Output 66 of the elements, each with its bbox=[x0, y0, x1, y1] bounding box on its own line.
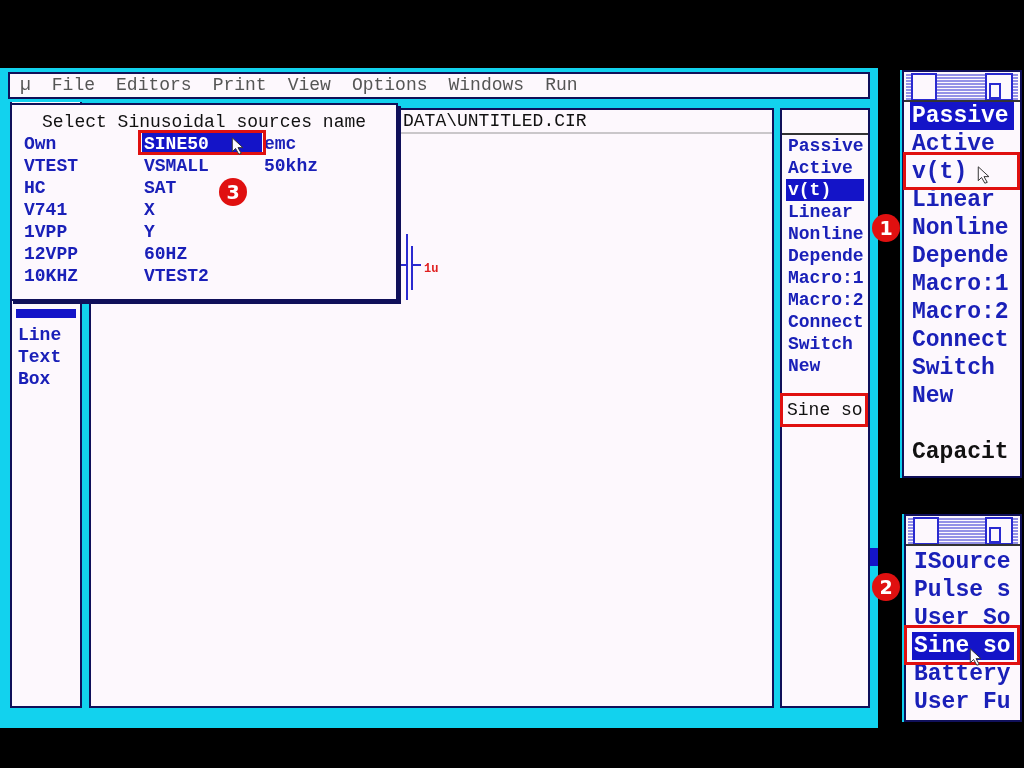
dialog-title: Select Sinusoidal sources name bbox=[42, 111, 368, 133]
palette-item[interactable]: v(t) bbox=[786, 179, 864, 201]
menu-item[interactable]: File bbox=[51, 72, 96, 99]
capacitor-value: 1u bbox=[424, 262, 439, 276]
palette-item[interactable]: Active bbox=[786, 157, 864, 179]
palette-item[interactable]: Pulse s bbox=[912, 576, 1014, 604]
source-name[interactable]: 50khz bbox=[262, 155, 320, 177]
palette-item[interactable]: Sine so bbox=[912, 632, 1014, 660]
source-name[interactable]: emc bbox=[262, 133, 299, 155]
palette-item[interactable]: Depende bbox=[910, 242, 1014, 270]
palette-item[interactable]: Nonline bbox=[910, 214, 1014, 242]
palette-item[interactable]: Line bbox=[16, 324, 76, 346]
palette-item[interactable]: Text bbox=[16, 346, 76, 368]
palette-item[interactable]: Macro:1 bbox=[786, 267, 864, 289]
menu-item[interactable]: Print bbox=[212, 72, 267, 99]
palette-item[interactable]: Active bbox=[910, 130, 1014, 158]
step-number: 2 bbox=[872, 573, 900, 601]
source-name[interactable]: HC bbox=[22, 177, 48, 199]
source-name[interactable]: 1VPP bbox=[22, 221, 70, 243]
source-name[interactable]: VTEST2 bbox=[142, 265, 211, 287]
menu-item[interactable]: µ bbox=[20, 72, 31, 99]
palette-item[interactable]: Passive bbox=[910, 102, 1014, 130]
palette-item[interactable]: Macro:2 bbox=[786, 289, 864, 311]
palette-item[interactable]: New bbox=[786, 355, 864, 377]
menu-item[interactable]: Windows bbox=[448, 72, 525, 99]
status-text: Sine so bbox=[780, 393, 868, 427]
palette-item[interactable]: v(t) bbox=[910, 158, 1014, 186]
menu-item[interactable]: View bbox=[287, 72, 331, 99]
source-name[interactable]: 10KHZ bbox=[22, 265, 80, 287]
cursor-icon bbox=[976, 166, 992, 184]
palette-item[interactable]: Box bbox=[16, 368, 76, 390]
palette-item[interactable]: Nonline bbox=[786, 223, 864, 245]
menu-item[interactable]: Editors bbox=[116, 72, 192, 99]
cursor-icon bbox=[230, 137, 246, 155]
source-name[interactable]: 60HZ bbox=[142, 243, 190, 265]
scroll-thumb[interactable] bbox=[870, 548, 878, 566]
palette-item[interactable]: Depende bbox=[786, 245, 864, 267]
palette-item[interactable]: Passive bbox=[786, 135, 864, 157]
highlight-bar bbox=[16, 309, 76, 318]
source-name[interactable]: V741 bbox=[22, 199, 70, 221]
palette-item[interactable]: Connect bbox=[910, 326, 1014, 354]
palette-item[interactable]: Switch bbox=[786, 333, 864, 355]
palette-item[interactable]: Linear bbox=[910, 186, 1014, 214]
step-number: 1 bbox=[872, 214, 900, 242]
source-name[interactable]: VTEST bbox=[22, 155, 80, 177]
source-name[interactable]: Y bbox=[142, 221, 157, 243]
source-name[interactable]: 12VPP bbox=[22, 243, 80, 265]
palette-item[interactable]: Connect bbox=[786, 311, 864, 333]
palette-item[interactable]: Linear bbox=[786, 201, 864, 223]
menu-item[interactable]: Run bbox=[545, 72, 578, 99]
palette-item[interactable]: New bbox=[910, 382, 1014, 410]
source-name[interactable]: Own bbox=[22, 133, 59, 155]
source-name[interactable]: SAT bbox=[142, 177, 179, 199]
palette-item[interactable]: Macro:1 bbox=[910, 270, 1014, 298]
capacitor-drawing bbox=[399, 233, 422, 301]
palette-item[interactable]: User Fu bbox=[912, 688, 1014, 716]
menu-item[interactable]: Options bbox=[351, 72, 428, 99]
source-name[interactable]: VSMALL bbox=[142, 155, 211, 177]
cursor-icon bbox=[968, 648, 984, 666]
palette-item[interactable]: ISource bbox=[912, 548, 1014, 576]
window-title: DATA\UNTITLED.CIR bbox=[403, 110, 588, 132]
source-name[interactable]: X bbox=[142, 199, 157, 221]
palette-item[interactable]: User So bbox=[912, 604, 1014, 632]
status-text: Capacit bbox=[911, 438, 1010, 466]
palette-item[interactable]: Macro:2 bbox=[910, 298, 1014, 326]
palette-item[interactable]: Switch bbox=[910, 354, 1014, 382]
